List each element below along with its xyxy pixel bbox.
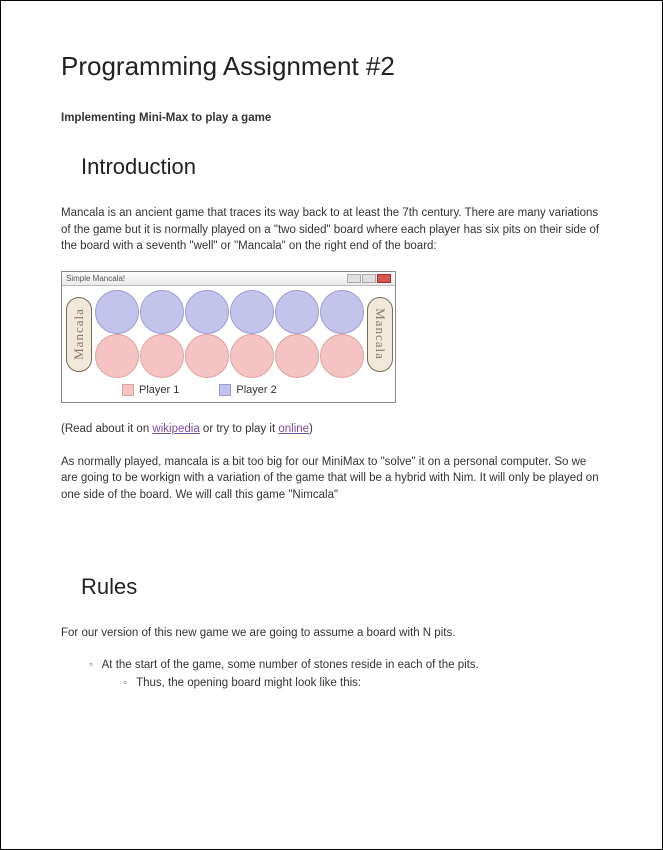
board-legend: Player 1 Player 2 (62, 380, 395, 402)
pit (230, 290, 274, 334)
pit (95, 290, 139, 334)
pit (185, 290, 229, 334)
pit (275, 290, 319, 334)
minimize-icon (347, 274, 361, 283)
wikipedia-link[interactable]: wikipedia (152, 423, 199, 435)
legend-label-p1: Player 1 (139, 384, 179, 396)
read-suffix: ) (309, 423, 313, 435)
rules-bullet-1: At the start of the game, some number of… (89, 657, 602, 692)
intro-para-2: As normally played, mancala is a bit too… (61, 454, 602, 504)
online-link[interactable]: online (278, 423, 309, 435)
legend-item-p2: Player 2 (219, 384, 276, 396)
mancala-well-right: Mancala (367, 297, 393, 372)
read-mid: or try to play it (200, 423, 279, 435)
pit-row-top (95, 290, 364, 334)
pits-grid (95, 290, 364, 378)
read-about-line: (Read about it on wikipedia or try to pl… (61, 421, 602, 438)
read-prefix: (Read about it on (61, 423, 152, 435)
window-title: Simple Mancala! (66, 274, 125, 283)
pit (320, 290, 364, 334)
legend-item-p1: Player 1 (122, 384, 179, 396)
rules-sublist: Thus, the opening board might look like … (89, 675, 602, 692)
page-title: Programming Assignment #2 (61, 51, 602, 82)
pit (320, 334, 364, 378)
window-controls (347, 274, 391, 283)
pit (275, 334, 319, 378)
pit (230, 334, 274, 378)
subtitle: Implementing Mini-Max to play a game (61, 112, 602, 124)
mancala-well-right-label: Mancala (372, 308, 388, 360)
close-icon (377, 274, 391, 283)
mancala-well-left: Mancala (66, 297, 92, 372)
mancala-well-left-label: Mancala (71, 308, 87, 360)
rules-bullet-1-sub: Thus, the opening board might look like … (123, 675, 602, 692)
pit (140, 290, 184, 334)
window-titlebar: Simple Mancala! (62, 272, 395, 286)
mancala-board-figure: Simple Mancala! Mancala (61, 271, 396, 403)
legend-swatch-pink (122, 384, 134, 396)
legend-label-p2: Player 2 (236, 384, 276, 396)
rules-bullet-1-sub-text: Thus, the opening board might look like … (136, 677, 361, 689)
board-body: Mancala Mancala (62, 286, 395, 380)
rules-heading: Rules (81, 574, 602, 600)
pit-row-bottom (95, 334, 364, 378)
rules-bullet-1-text: At the start of the game, some number of… (102, 659, 479, 671)
rules-intro-line: For our version of this new game we are … (61, 625, 602, 642)
intro-heading: Introduction (81, 154, 602, 180)
pit (140, 334, 184, 378)
pit (95, 334, 139, 378)
intro-para-1: Mancala is an ancient game that traces i… (61, 205, 602, 255)
rules-list: At the start of the game, some number of… (61, 657, 602, 692)
pit (185, 334, 229, 378)
legend-swatch-blue (219, 384, 231, 396)
maximize-icon (362, 274, 376, 283)
